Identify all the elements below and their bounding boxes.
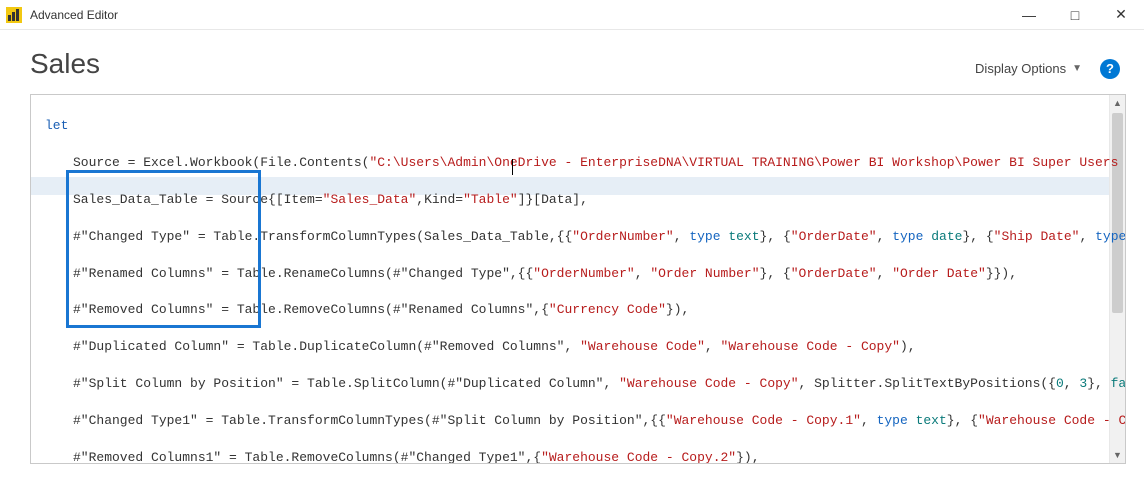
page-title: Sales: [30, 48, 975, 80]
help-icon[interactable]: ?: [1100, 59, 1120, 79]
display-options-label: Display Options: [975, 61, 1066, 76]
window-controls: — □ ✕: [1006, 0, 1144, 29]
header: Sales Display Options ▼ ?: [0, 30, 1144, 88]
code-editor[interactable]: let Source = Excel.Workbook(File.Content…: [30, 94, 1126, 464]
window-title: Advanced Editor: [30, 8, 118, 22]
text-cursor: [512, 159, 513, 175]
scroll-thumb[interactable]: [1112, 113, 1123, 313]
maximize-button[interactable]: □: [1052, 0, 1098, 29]
display-options-dropdown[interactable]: Display Options ▼: [975, 61, 1082, 76]
keyword-let: let: [45, 118, 68, 133]
window-titlebar: Advanced Editor — □ ✕: [0, 0, 1144, 30]
scroll-up-icon[interactable]: ▲: [1110, 95, 1125, 111]
app-icon: [6, 7, 22, 23]
chevron-down-icon: ▼: [1072, 63, 1082, 74]
minimize-button[interactable]: —: [1006, 0, 1052, 29]
close-button[interactable]: ✕: [1098, 0, 1144, 29]
